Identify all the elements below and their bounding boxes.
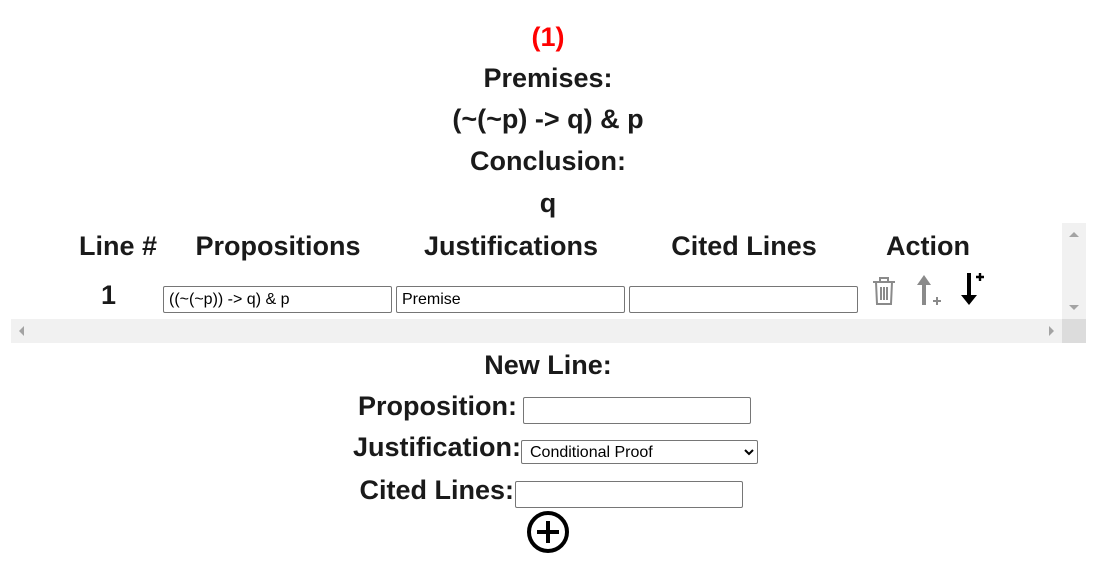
header-propositions: Propositions (195, 231, 361, 261)
proof-table-container: Line # Propositions Justifications Cited… (11, 223, 1086, 343)
add-line-button[interactable] (525, 509, 571, 555)
new-line-title: New Line: (484, 350, 612, 380)
cited-lines-input[interactable] (629, 286, 858, 313)
premises-text: (~(~p) -> q) & p (452, 104, 644, 134)
line-number: 1 (101, 280, 117, 310)
header-justifications: Justifications (423, 231, 599, 261)
new-cited-lines-input[interactable] (515, 481, 743, 508)
conclusion-text: q (539, 188, 557, 218)
premises-label: Premises: (483, 63, 613, 93)
proposition-input[interactable] (163, 286, 392, 313)
problem-number: (1) (531, 22, 565, 52)
justification-input[interactable] (396, 286, 625, 313)
horizontal-scrollbar[interactable] (11, 319, 1062, 343)
new-proposition-input[interactable] (523, 397, 751, 424)
conclusion-label: Conclusion: (470, 146, 626, 176)
header-line-number: Line # (78, 231, 158, 261)
header-cited-lines: Cited Lines (671, 231, 817, 261)
scrollbar-corner (1062, 319, 1086, 343)
insert-below-icon[interactable] (957, 271, 985, 307)
cited-lines-label: Cited Lines: (359, 475, 514, 505)
insert-above-icon[interactable] (916, 275, 942, 307)
vertical-scrollbar[interactable] (1062, 223, 1086, 319)
header-action: Action (886, 231, 970, 261)
trash-icon[interactable] (871, 275, 897, 307)
justification-label: Justification: (352, 432, 521, 462)
justification-select[interactable]: Conditional Proof (521, 440, 758, 464)
proposition-label: Proposition: (358, 391, 517, 421)
